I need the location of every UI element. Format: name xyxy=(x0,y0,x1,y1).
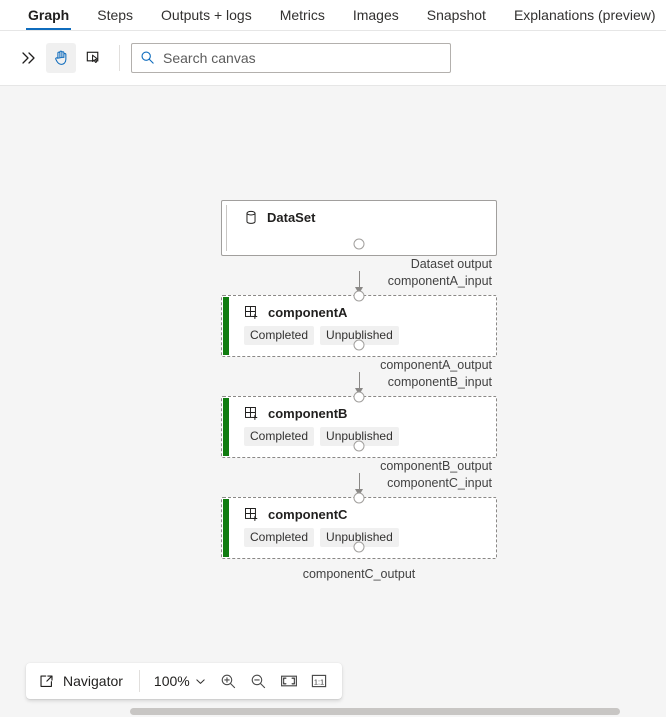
edge-source-label: componentA_output xyxy=(375,358,497,372)
input-port-componentB[interactable] xyxy=(353,391,365,403)
output-port-componentA[interactable] xyxy=(353,339,365,351)
tab-label: Metrics xyxy=(279,7,325,23)
tab-snapshot[interactable]: Snapshot xyxy=(413,0,500,30)
zoom-level-dropdown[interactable]: 100% xyxy=(146,673,214,689)
one-to-one-icon[interactable]: 1:1 xyxy=(304,667,334,695)
svg-text:1:1: 1:1 xyxy=(314,677,324,686)
canvas-toolbar: Search canvas xyxy=(0,30,666,84)
hand-pan-icon[interactable] xyxy=(46,42,76,73)
edge-target-label: componentC_input xyxy=(382,476,497,490)
tab-label: Explanations (preview) xyxy=(513,7,656,23)
zoom-out-icon[interactable] xyxy=(244,667,274,695)
toolbar-divider xyxy=(119,44,120,71)
tab-label: Snapshot xyxy=(426,7,486,23)
tab-label: Steps xyxy=(97,7,134,23)
navigator-expand-icon xyxy=(38,673,55,690)
tab-images[interactable]: Images xyxy=(339,0,413,30)
node-left-accent xyxy=(226,205,227,251)
output-port-componentC[interactable] xyxy=(353,541,365,553)
chevron-down-icon xyxy=(195,676,206,687)
tab-bar: Graph Steps Outputs + logs Metrics Image… xyxy=(0,0,666,30)
navigator-bar: Navigator 100% 1:1 xyxy=(26,663,342,699)
graph-tail-label: componentC_output xyxy=(302,567,416,581)
node-status-bar xyxy=(223,398,229,456)
graph-node-dataset[interactable]: DataSet xyxy=(221,200,497,256)
node-title: componentA xyxy=(268,305,348,320)
node-status-bar xyxy=(223,499,229,557)
navigator-button[interactable]: Navigator xyxy=(34,673,133,690)
tab-label: Images xyxy=(352,7,399,23)
cursor-select-icon[interactable] xyxy=(78,43,108,73)
search-canvas-box[interactable]: Search canvas xyxy=(131,42,451,73)
tab-explanations[interactable]: Explanations (preview) xyxy=(500,0,666,30)
tab-steps[interactable]: Steps xyxy=(83,0,147,30)
status-badge: Completed xyxy=(244,528,315,548)
search-icon xyxy=(140,50,155,65)
component-add-icon xyxy=(244,507,259,522)
chevron-double-right-icon[interactable] xyxy=(14,43,44,73)
input-port-componentA[interactable] xyxy=(353,290,365,302)
edge-target-label: componentB_input xyxy=(382,375,497,389)
database-icon xyxy=(244,210,258,225)
graph-node-componentB[interactable]: componentB Completed Unpublished xyxy=(221,391,497,458)
tab-graph[interactable]: Graph xyxy=(14,0,83,30)
tab-label: Outputs + logs xyxy=(161,7,252,23)
zoom-level-value: 100% xyxy=(153,673,190,689)
node-status-bar xyxy=(223,297,229,355)
edge-source-label: Dataset output xyxy=(405,257,497,271)
component-add-icon xyxy=(244,406,259,421)
graph-root: DataSet Dataset output componentA_input xyxy=(221,200,497,581)
zoom-in-icon[interactable] xyxy=(214,667,244,695)
graph-node-componentA[interactable]: componentA Completed Unpublished xyxy=(221,290,497,357)
node-title: DataSet xyxy=(267,210,316,225)
status-badge: Completed xyxy=(244,427,315,447)
graph-node-componentC[interactable]: componentC Completed Unpublished xyxy=(221,492,497,559)
output-port-componentB[interactable] xyxy=(353,440,365,452)
graph-canvas[interactable]: DataSet Dataset output componentA_input xyxy=(0,85,666,717)
navigator-divider xyxy=(138,670,140,692)
edge-source-label: componentB_output xyxy=(375,459,497,473)
search-input-placeholder: Search canvas xyxy=(163,49,256,66)
status-badge: Completed xyxy=(244,326,315,346)
component-add-icon xyxy=(244,305,259,320)
navigator-label: Navigator xyxy=(63,673,123,689)
fit-to-screen-icon[interactable] xyxy=(274,667,304,695)
edge-target-label: componentA_input xyxy=(382,274,497,288)
input-port-componentC[interactable] xyxy=(353,492,365,504)
tab-label: Graph xyxy=(28,7,70,23)
output-port-dataset[interactable] xyxy=(353,238,365,250)
horizontal-scrollbar[interactable] xyxy=(130,708,620,715)
node-header: DataSet xyxy=(222,201,496,225)
tab-metrics[interactable]: Metrics xyxy=(266,0,339,30)
node-title: componentB xyxy=(268,406,348,421)
node-title: componentC xyxy=(268,507,348,522)
tab-outputs-logs[interactable]: Outputs + logs xyxy=(147,0,266,30)
